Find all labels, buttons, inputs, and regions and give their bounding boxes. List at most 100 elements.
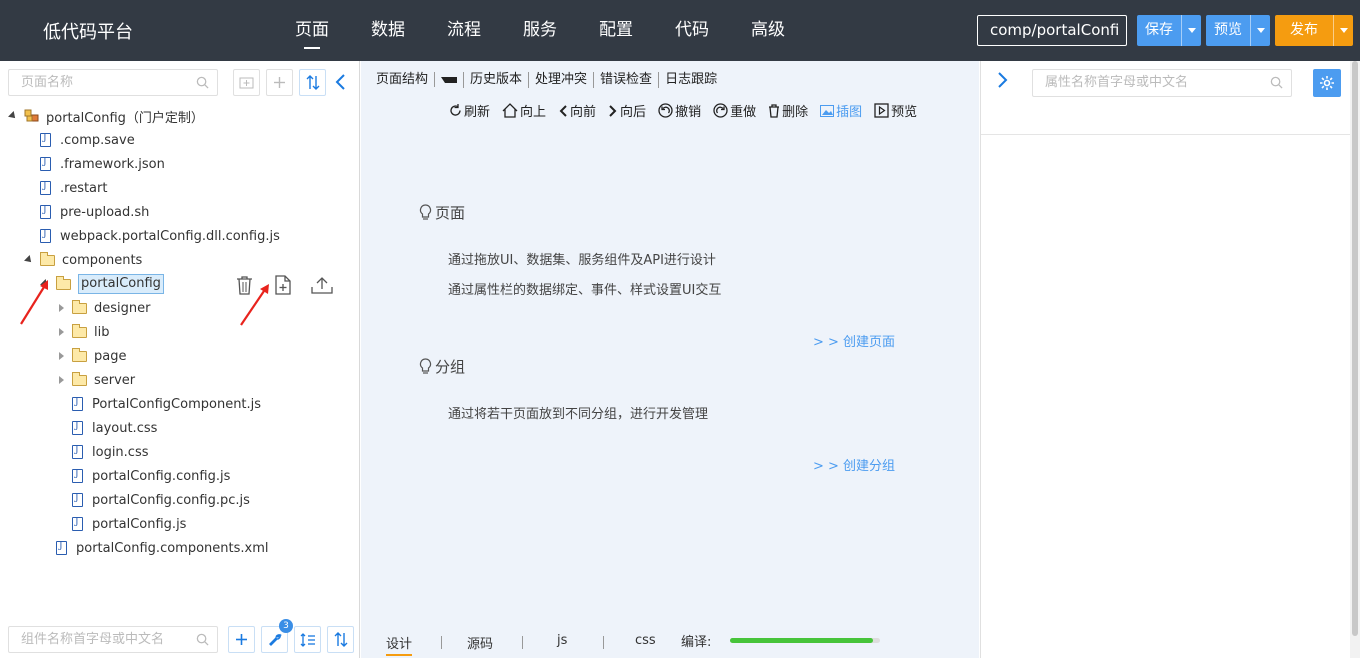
tree-node-file[interactable]: login.css (72, 440, 149, 464)
create-group-link[interactable]: > > 创建分组 (813, 455, 895, 474)
nav-advanced[interactable]: 高级 (730, 0, 806, 61)
undo-button[interactable]: 撤销 (658, 101, 701, 120)
expand-toggle-icon[interactable] (24, 255, 34, 265)
tab-log-trace[interactable]: 日志跟踪 (659, 72, 723, 88)
tree-node-label: pre-upload.sh (60, 204, 150, 220)
nav-flow[interactable]: 流程 (426, 0, 502, 61)
add-icon[interactable] (266, 69, 293, 96)
tab-error-check[interactable]: 错误检查 (594, 72, 660, 88)
refresh-button[interactable]: 刷新 (449, 101, 490, 120)
tree-node-folder[interactable]: lib (56, 320, 109, 344)
forward-button[interactable]: 向前 (558, 101, 596, 120)
gear-icon (1320, 76, 1334, 90)
delete-label: 删除 (782, 105, 809, 120)
tree-node-file[interactable]: portalConfig.components.xml (56, 536, 269, 560)
scrollbar-thumb[interactable] (1352, 61, 1358, 636)
expand-right-icon[interactable] (997, 71, 1009, 93)
tree-node-folder[interactable]: designer (56, 296, 150, 320)
tree-node-folder[interactable]: server (56, 368, 135, 392)
sort-icon[interactable] (327, 626, 354, 653)
collapse-toggle-icon[interactable] (56, 327, 66, 337)
redo-button[interactable]: 重做 (713, 101, 756, 120)
component-search-input[interactable]: 组件名称首字母或中文名 (8, 626, 218, 653)
wrench-icon[interactable]: 3 (261, 619, 293, 653)
tree-node-label: .framework.json (60, 156, 165, 172)
save-label: 保存 (1145, 22, 1173, 38)
insert-image-button[interactable]: 插图 (820, 101, 862, 120)
undo-label: 撤销 (675, 105, 702, 120)
tab-js[interactable]: js (557, 633, 567, 648)
expand-toggle-icon[interactable] (8, 111, 18, 121)
page-scrollbar[interactable] (1350, 61, 1360, 658)
notification-badge: 3 (279, 619, 293, 633)
tree-node-folder[interactable]: page (56, 344, 126, 368)
tree-node-label: layout.css (92, 420, 158, 436)
preview-button[interactable]: 预览 (1206, 15, 1270, 46)
preview-dropdown-icon[interactable] (1250, 15, 1270, 46)
sort-icon[interactable] (299, 69, 326, 96)
nav-code[interactable]: 代码 (654, 0, 730, 61)
collapse-toggle-icon[interactable] (56, 351, 66, 361)
preview-page-button[interactable]: 预览 (874, 101, 917, 120)
chevron-right-icon (609, 104, 617, 117)
section-title-text: 分组 (435, 358, 466, 376)
delete-button[interactable]: 删除 (768, 101, 808, 120)
section-description: 通过将若干页面放到不同分组，进行开发管理 (448, 407, 709, 422)
forward-label: 向前 (570, 105, 597, 120)
tree-node-folder-selected[interactable]: portalConfig (40, 272, 164, 296)
tree-node-label: .comp.save (60, 132, 135, 148)
up-button[interactable]: 向上 (502, 101, 546, 120)
nav-data[interactable]: 数据 (350, 0, 426, 61)
upload-icon[interactable] (310, 273, 334, 297)
dropdown-caret-icon[interactable] (441, 76, 458, 83)
tree-node-file[interactable]: pre-upload.sh (40, 200, 149, 224)
backward-button[interactable]: 向后 (608, 101, 646, 120)
new-file-icon[interactable] (271, 273, 295, 297)
search-icon (1270, 76, 1283, 89)
property-search-input[interactable]: 属性名称首字母或中文名 (1032, 69, 1292, 97)
center-panel: 页面结构 历史版本 处理冲突 错误检查 日志跟踪 刷新 向上 向前 向后 撤销 … (361, 61, 979, 658)
tab-source[interactable]: 源码 (467, 633, 493, 652)
publish-dropdown-icon[interactable] (1333, 15, 1353, 46)
tree-node-file[interactable]: .comp.save (40, 128, 135, 152)
tree-node-label: webpack.portalConfig.dll.config.js (60, 228, 280, 244)
page-search-input[interactable]: 页面名称 (8, 69, 218, 96)
create-page-link[interactable]: > > 创建页面 (813, 331, 895, 350)
tree-node-file[interactable]: PortalConfigComponent.js (72, 392, 261, 416)
publish-button[interactable]: 发布 (1275, 15, 1353, 46)
tree-node-file[interactable]: webpack.portalConfig.dll.config.js (40, 224, 280, 248)
component-path-select[interactable]: comp/portalConfi (977, 15, 1127, 46)
collapse-toggle-icon[interactable] (56, 303, 66, 313)
save-dropdown-icon[interactable] (1181, 15, 1201, 46)
tree-node-file[interactable]: .restart (40, 176, 107, 200)
nav-service[interactable]: 服务 (502, 0, 578, 61)
list-order-icon[interactable] (294, 626, 321, 653)
tree-node-label: portalConfig.components.xml (76, 540, 269, 556)
refresh-label: 刷新 (464, 105, 491, 120)
tab-css[interactable]: css (635, 633, 656, 648)
tree-node-label: portalConfig（门户定制） (46, 110, 204, 126)
refresh-icon (450, 104, 461, 116)
folder-open-icon (56, 275, 71, 290)
save-button[interactable]: 保存 (1137, 15, 1201, 46)
nav-page[interactable]: 页面 (274, 0, 350, 61)
tree-node-project[interactable]: portalConfig（门户定制） (8, 104, 204, 128)
add-component-icon[interactable] (228, 626, 255, 653)
tree-node-file[interactable]: .framework.json (40, 152, 165, 176)
tree-node-file[interactable]: portalConfig.config.js (72, 464, 230, 488)
tab-history[interactable]: 历史版本 (464, 72, 530, 88)
tree-node-file[interactable]: portalConfig.js (72, 512, 186, 536)
add-folder-icon[interactable] (233, 69, 260, 96)
tree-node-file[interactable]: portalConfig.config.pc.js (72, 488, 250, 512)
nav-config[interactable]: 配置 (578, 0, 654, 61)
tree-node-file[interactable]: layout.css (72, 416, 157, 440)
settings-button[interactable] (1313, 69, 1341, 97)
tab-page-structure[interactable]: 页面结构 (376, 72, 465, 88)
tree-node-folder[interactable]: components (24, 248, 142, 272)
collapse-left-icon[interactable] (334, 73, 346, 95)
component-search-placeholder: 组件名称首字母或中文名 (21, 632, 165, 647)
tab-conflicts[interactable]: 处理冲突 (529, 72, 595, 88)
tab-design[interactable]: 设计 (386, 633, 413, 656)
js-file-icon (40, 205, 51, 219)
collapse-toggle-icon[interactable] (56, 375, 66, 385)
